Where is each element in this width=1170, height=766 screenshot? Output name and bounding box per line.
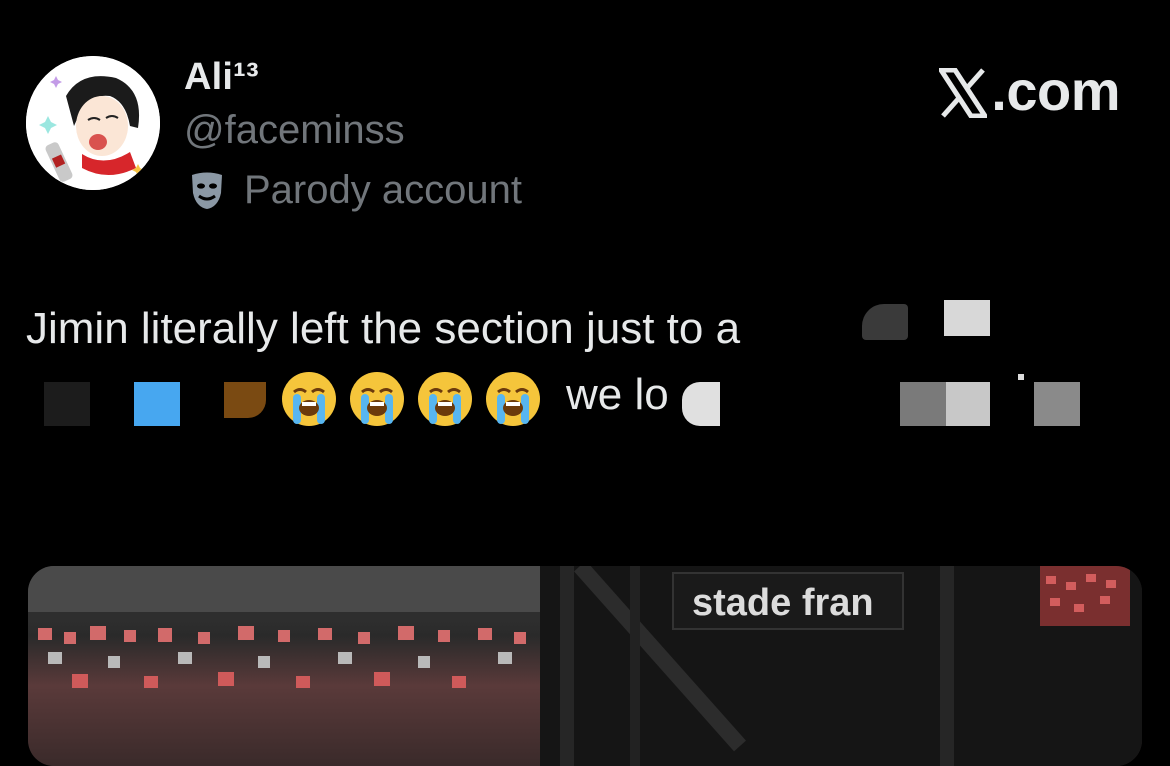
redaction-block [682, 382, 720, 426]
tweet-line-2: we lo [26, 362, 1146, 428]
parody-label: Parody account [188, 168, 522, 213]
handle[interactable]: @faceminss [184, 108, 405, 153]
x-logo-icon [936, 66, 990, 118]
redaction-block [134, 382, 180, 426]
redaction-block [946, 382, 990, 426]
tweet-line-1: Jimin literally left the section just to… [26, 304, 741, 353]
tweet-line-2-tail: we lo [566, 370, 669, 419]
redaction-block [1034, 382, 1080, 426]
theater-mask-icon [188, 171, 226, 211]
emoji-row [280, 370, 542, 428]
loudly-crying-face-icon [280, 370, 338, 428]
loudly-crying-face-icon [416, 370, 474, 428]
loudly-crying-face-icon [348, 370, 406, 428]
avatar[interactable] [26, 56, 160, 190]
tweet-card: Ali¹³ @faceminss Parody account .com Jim… [0, 0, 1170, 766]
stadium-crowd-image [28, 566, 540, 766]
redaction-block [224, 382, 266, 418]
redaction-block [900, 382, 946, 426]
media-preview[interactable]: stade fran [28, 566, 1142, 766]
redaction-block [1018, 374, 1024, 380]
brand-link[interactable]: .com [936, 58, 1120, 123]
parody-label-text: Parody account [244, 168, 522, 212]
stadium-sign: stade fran [672, 572, 904, 630]
redaction-block [44, 382, 90, 426]
redaction-block [944, 300, 990, 336]
display-name[interactable]: Ali¹³ [184, 56, 259, 99]
redaction-block [862, 304, 908, 340]
loudly-crying-face-icon [484, 370, 542, 428]
brand-text: .com [991, 59, 1120, 122]
